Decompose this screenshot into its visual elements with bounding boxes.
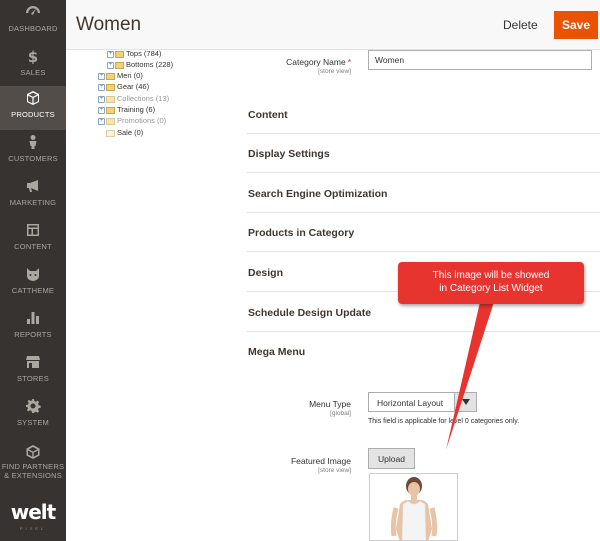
woman-tank-top-image <box>370 474 457 540</box>
section-title: Mega Menu <box>248 346 306 358</box>
nav-label-line1: FIND PARTNERS <box>1 462 65 471</box>
tree-node-label[interactable]: Bottoms (228) <box>126 60 173 69</box>
nav-dashboard[interactable]: DASHBOARD <box>0 0 66 44</box>
section-title: Content <box>248 109 288 121</box>
callout-text-line1: This image will be showed <box>432 270 550 281</box>
nav-find-partners[interactable]: FIND PARTNERS & EXTENSIONS <box>0 440 66 490</box>
nav-system[interactable]: SYSTEM <box>0 394 66 438</box>
nav-content[interactable]: CONTENT <box>0 218 66 262</box>
expand-icon[interactable]: + <box>98 95 105 103</box>
tree-node-label[interactable]: Men (0) <box>117 71 143 80</box>
nav-stores[interactable]: STORES <box>0 350 66 394</box>
category-name-label: Category Name * <box>231 57 351 67</box>
person-icon <box>25 134 41 150</box>
nav-label: CATTHEME <box>11 286 55 295</box>
section-title: Display Settings <box>248 148 330 160</box>
nav-label: CUSTOMERS <box>8 154 58 163</box>
category-name-label-text: Category Name <box>286 57 346 67</box>
category-name-scope: [store view] <box>318 68 351 75</box>
featured-image-preview[interactable] <box>369 473 458 541</box>
tree-node[interactable]: + Tops (784) <box>107 48 161 59</box>
folder-icon <box>106 117 115 125</box>
category-name-input[interactable] <box>368 50 592 70</box>
section-title: Design <box>248 267 284 279</box>
folder-icon <box>106 83 115 91</box>
menu-type-label: Menu Type <box>309 399 351 409</box>
menu-type-scope: [global] <box>330 410 351 417</box>
section-display-settings[interactable]: Display Settings <box>247 133 600 173</box>
callout-text-line2: in Category List Widget <box>439 283 543 294</box>
tree-node-label[interactable]: Collections (13) <box>117 94 169 103</box>
layout-icon <box>25 222 41 238</box>
save-button[interactable]: Save <box>554 11 598 39</box>
tree-node[interactable]: + Promotions (0) <box>98 115 166 126</box>
folder-icon <box>106 129 115 137</box>
expand-icon[interactable]: + <box>98 72 105 80</box>
expand-icon[interactable]: + <box>98 83 105 91</box>
bar-chart-icon <box>25 310 41 326</box>
dollar-icon: $ <box>25 48 41 66</box>
required-marker: * <box>347 57 351 67</box>
nav-label: CONTENT <box>14 242 52 251</box>
welt-logo: welt <box>10 500 56 524</box>
nav-label: SALES <box>20 68 46 77</box>
section-title: Schedule Design Update <box>248 307 372 319</box>
nav-reports[interactable]: REPORTS <box>0 306 66 350</box>
tree-node-label[interactable]: Gear (46) <box>117 82 149 91</box>
expand-icon[interactable]: + <box>107 50 114 58</box>
svg-text:$: $ <box>28 48 38 64</box>
tree-node[interactable]: + Bottoms (228) <box>107 59 173 70</box>
section-seo[interactable]: Search Engine Optimization <box>247 173 600 213</box>
nav-label: PRODUCTS <box>11 110 55 119</box>
nav-label-line2: & EXTENSIONS <box>4 471 62 480</box>
delete-button[interactable]: Delete <box>496 13 545 37</box>
nav-cattheme[interactable]: CATTHEME <box>0 262 66 306</box>
nav-products[interactable]: PRODUCTS <box>0 86 66 130</box>
section-title: Products in Category <box>248 227 355 239</box>
featured-image-scope: [store view] <box>318 467 351 474</box>
nav-label: REPORTS <box>14 330 52 339</box>
expand-icon[interactable]: + <box>98 117 105 125</box>
nav-label: SYSTEM <box>16 418 50 427</box>
nav-label: MARKETING <box>9 198 57 207</box>
folder-icon <box>106 106 115 114</box>
folder-icon <box>106 95 115 103</box>
tree-node-label[interactable]: Sale (0) <box>117 128 143 137</box>
nav-sales[interactable]: $ SALES <box>0 44 66 88</box>
tree-node[interactable]: + Collections (13) <box>98 93 169 104</box>
cube-icon <box>25 90 41 106</box>
tree-node[interactable]: + Gear (46) <box>98 81 149 92</box>
featured-image-label: Featured Image <box>290 456 351 466</box>
dashboard-icon <box>25 4 41 20</box>
section-products-in-category[interactable]: Products in Category <box>247 212 600 252</box>
nav-label: STORES <box>17 374 49 383</box>
page-title: Women <box>76 14 142 35</box>
nav-label: FIND PARTNERS & EXTENSIONS <box>0 462 66 480</box>
section-title: Search Engine Optimization <box>248 188 388 200</box>
expand-icon[interactable]: + <box>107 61 114 69</box>
megaphone-icon <box>25 178 41 194</box>
tree-node-label[interactable]: Training (6) <box>117 105 155 114</box>
admin-sidebar: DASHBOARD $ SALES PRODUCTS CUSTOMERS MAR… <box>0 0 66 541</box>
tree-node-label[interactable]: Tops (784) <box>126 49 161 58</box>
gear-icon <box>25 398 41 414</box>
page-header: Women Delete Save <box>66 0 600 50</box>
cat-icon <box>25 266 41 282</box>
nav-marketing[interactable]: MARKETING <box>0 174 66 218</box>
tree-node[interactable]: + Men (0) <box>98 70 143 81</box>
tree-node-label[interactable]: Promotions (0) <box>117 116 166 125</box>
tree-node[interactable]: + Training (6) <box>98 104 155 115</box>
expand-icon[interactable]: + <box>98 106 105 114</box>
tree-node[interactable]: Sale (0) <box>106 127 143 138</box>
callout-box: This image will be showed in Category Li… <box>398 262 584 304</box>
storefront-icon <box>25 354 41 370</box>
nav-customers[interactable]: CUSTOMERS <box>0 130 66 174</box>
section-content[interactable]: Content <box>247 94 600 134</box>
folder-icon <box>115 50 124 58</box>
partners-icon <box>25 444 41 460</box>
nav-label: DASHBOARD <box>8 24 58 33</box>
folder-icon <box>115 61 124 69</box>
logo-tagline: PIXEL <box>19 526 47 531</box>
folder-icon <box>106 72 115 80</box>
